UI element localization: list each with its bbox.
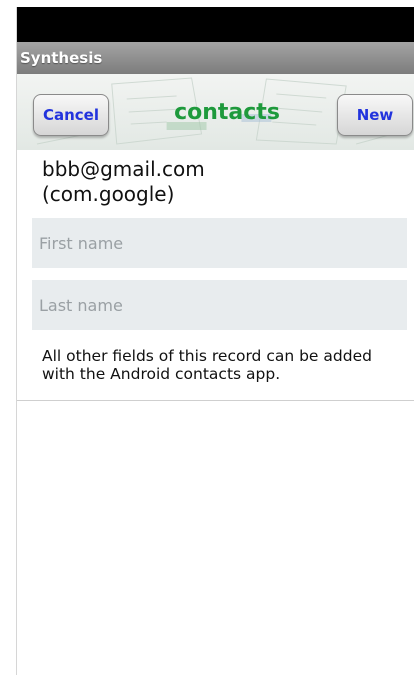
first-name-field[interactable]: First name xyxy=(32,218,407,268)
page-title: contacts xyxy=(174,100,280,125)
account-info: bbb@gmail.com (com.google) xyxy=(42,157,402,207)
cancel-button[interactable]: Cancel xyxy=(33,94,109,136)
device-screen: Synthesis Cancel contacts New bbb@gmail.… xyxy=(16,7,414,675)
left-frame xyxy=(0,0,16,675)
new-button[interactable]: New xyxy=(337,94,413,136)
divider xyxy=(17,400,414,401)
new-button-label: New xyxy=(356,106,394,124)
header-bar: Cancel contacts New xyxy=(17,74,414,150)
cancel-button-label: Cancel xyxy=(42,106,99,124)
app-title-bar: Synthesis xyxy=(17,42,414,74)
app-title: Synthesis xyxy=(20,49,103,67)
account-type: (com.google) xyxy=(42,182,175,206)
first-name-placeholder: First name xyxy=(39,233,124,253)
info-note: All other fields of this record can be a… xyxy=(42,347,372,383)
last-name-placeholder: Last name xyxy=(39,295,123,315)
last-name-field[interactable]: Last name xyxy=(32,280,407,330)
account-email: bbb@gmail.com xyxy=(42,157,205,181)
status-bar xyxy=(17,7,414,42)
right-frame xyxy=(414,0,418,675)
